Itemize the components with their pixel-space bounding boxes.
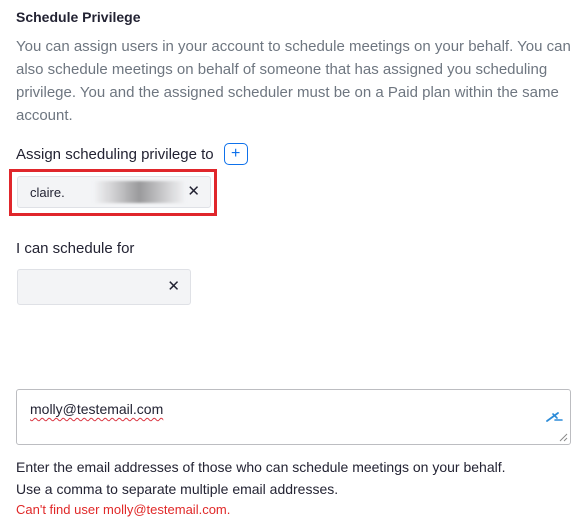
help-text-line: Use a comma to separate multiple email a… [16, 481, 339, 497]
scheduler-email-textarea[interactable]: molly@testemail.com [16, 389, 571, 445]
pen-icon[interactable] [544, 408, 564, 426]
help-text: Enter the email addresses of those who c… [16, 456, 576, 500]
add-scheduler-button[interactable]: + [223, 143, 248, 165]
close-icon: ✕ [167, 278, 180, 295]
section-description: You can assign users in your account to … [16, 38, 571, 124]
resize-grip-icon[interactable] [559, 433, 568, 442]
scheduler-email-value: molly@testemail.com [30, 401, 164, 417]
close-icon: ✕ [187, 183, 200, 200]
assign-privilege-label: Assign scheduling privilege to [16, 145, 214, 163]
schedule-privilege-panel: Schedule Privilege You can assign users … [0, 0, 581, 521]
redacted-email-blur [93, 181, 186, 203]
assign-privilege-row: Assign scheduling privilege to + [16, 143, 248, 165]
remove-schedule-for-button[interactable]: ✕ [167, 278, 180, 296]
schedule-for-chip: ✕ [17, 269, 191, 305]
assigned-user-chip: claire. ✕ [17, 176, 211, 208]
assigned-user-email: claire. [30, 185, 65, 200]
plus-icon: + [230, 145, 241, 162]
schedule-for-label: I can schedule for [16, 240, 135, 257]
remove-assigned-user-button[interactable]: ✕ [187, 183, 200, 201]
error-message: Can't find user molly@testemail.com. [16, 502, 231, 517]
help-text-line: Enter the email addresses of those who c… [16, 459, 506, 475]
section-title: Schedule Privilege [16, 9, 141, 25]
